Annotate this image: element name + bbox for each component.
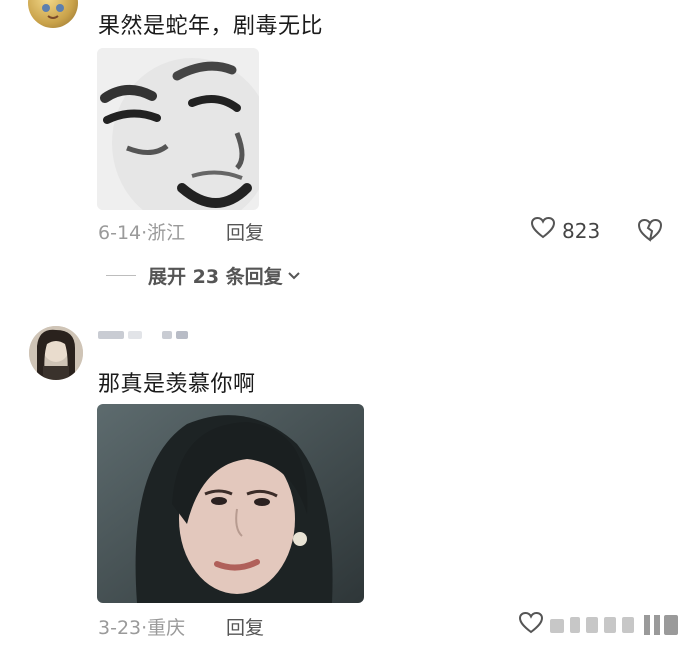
expand-replies-label: 展开 23 条回复 bbox=[148, 266, 283, 288]
broken-heart-icon[interactable] bbox=[636, 217, 664, 247]
expand-replies-button[interactable]: 展开 23 条回复 bbox=[106, 262, 301, 289]
divider-line bbox=[106, 275, 136, 276]
heart-outline-icon[interactable] bbox=[518, 611, 544, 639]
pixelated-block bbox=[176, 331, 188, 339]
reply-button[interactable]: 回复 bbox=[226, 218, 264, 245]
reply-button[interactable]: 回复 bbox=[226, 613, 264, 640]
like-count: 823 bbox=[562, 218, 601, 243]
comment-meta: 3-23·重庆 bbox=[98, 613, 185, 640]
comment-meta: 6-14·浙江 bbox=[98, 218, 185, 245]
sticker-image[interactable] bbox=[97, 48, 259, 210]
watermark-logo bbox=[550, 614, 678, 635]
comment-date: 6-14 bbox=[98, 222, 142, 244]
pixelated-block bbox=[128, 331, 142, 339]
heart-outline-icon bbox=[530, 216, 556, 245]
pixelated-block bbox=[162, 331, 172, 339]
comment-date: 3-23 bbox=[98, 617, 142, 639]
avatar[interactable] bbox=[28, 0, 78, 28]
meme-face-image bbox=[97, 48, 259, 210]
comment-location: 浙江 bbox=[147, 222, 186, 244]
comment-text: 果然是蛇年，剧毒无比 bbox=[98, 14, 324, 39]
avatar-photo bbox=[29, 326, 83, 380]
chevron-down-icon bbox=[287, 265, 301, 287]
watermark bbox=[548, 610, 684, 637]
avatar-art bbox=[42, 4, 64, 19]
pixelated-block bbox=[98, 331, 124, 339]
username-obscured[interactable] bbox=[98, 331, 188, 339]
like-button[interactable]: 823 bbox=[530, 216, 600, 245]
comment-location: 重庆 bbox=[147, 617, 186, 639]
comment-text: 那真是羡慕你啊 bbox=[98, 372, 256, 397]
sticker-image[interactable] bbox=[97, 404, 364, 603]
avatar[interactable] bbox=[29, 326, 83, 380]
portrait-image bbox=[97, 404, 364, 603]
